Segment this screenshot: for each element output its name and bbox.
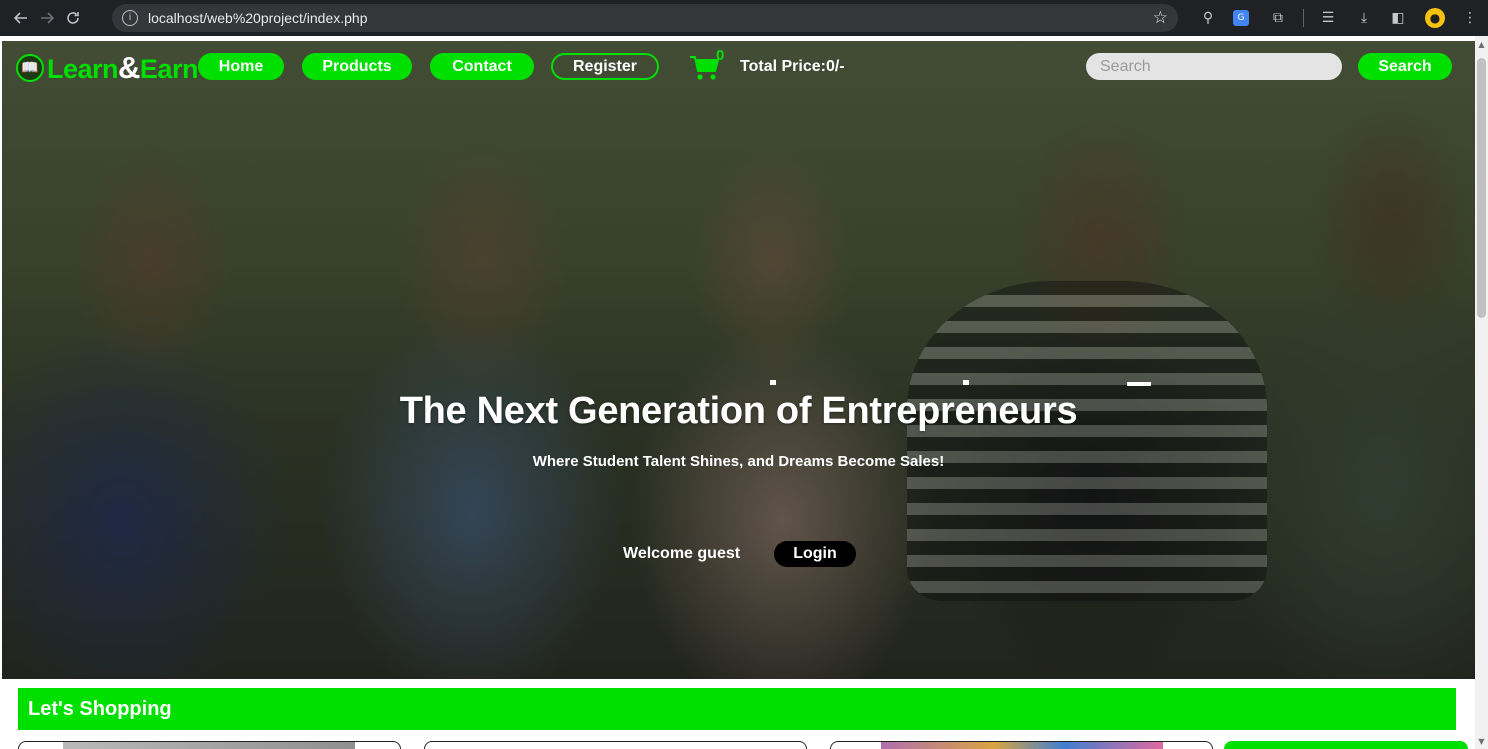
arrow-right-icon <box>41 12 54 24</box>
product-image <box>63 742 355 749</box>
headline-decoration <box>1127 382 1151 386</box>
search-input[interactable] <box>1086 53 1342 80</box>
brand-name: Learn&Earn <box>47 50 198 85</box>
reading-list-icon[interactable]: ☰ <box>1318 8 1338 28</box>
page-viewport: 📖 Learn&Earn Home Products Contact Regis… <box>0 36 1488 749</box>
product-card[interactable] <box>18 741 401 749</box>
scroll-up-arrow-icon[interactable]: ▲ <box>1477 40 1486 50</box>
profile-avatar-icon[interactable]: ● <box>1425 8 1445 28</box>
headline-decoration <box>963 380 969 385</box>
extension-icon[interactable]: ⚲ <box>1198 8 1218 28</box>
nav-home-button[interactable]: Home <box>198 53 284 80</box>
address-url[interactable]: localhost/web%20project/index.php <box>148 10 367 26</box>
section-title-bar: Let's Shopping <box>18 688 1456 730</box>
scrollbar-thumb[interactable] <box>1477 58 1486 318</box>
arrow-left-icon <box>14 12 27 24</box>
puzzle-extensions-icon[interactable]: ⧉ <box>1268 8 1288 28</box>
reload-icon <box>67 12 79 24</box>
hero-banner: 📖 Learn&Earn Home Products Contact Regis… <box>2 41 1475 679</box>
scroll-down-arrow-icon[interactable]: ▼ <box>1477 737 1486 747</box>
bookmark-star-icon[interactable]: ☆ <box>1153 8 1168 28</box>
download-icon[interactable]: ⤓ <box>1354 8 1374 28</box>
back-button[interactable] <box>8 5 34 31</box>
page-scrollbar[interactable]: ▲ ▼ <box>1475 36 1488 749</box>
toolbar-divider <box>1303 9 1304 27</box>
cart-total-price: Total Price:0/- <box>740 58 845 75</box>
nav-register-button[interactable]: Register <box>551 53 659 80</box>
login-button[interactable]: Login <box>774 541 856 567</box>
hero-subheadline: Where Student Talent Shines, and Dreams … <box>532 453 945 470</box>
site-info-icon[interactable]: i <box>122 10 138 26</box>
product-card[interactable] <box>424 741 807 749</box>
product-image <box>881 742 1163 749</box>
forward-button[interactable] <box>34 5 60 31</box>
headline-decoration <box>770 380 776 385</box>
kebab-menu-icon[interactable]: ⋮ <box>1460 8 1480 28</box>
nav-products-button[interactable]: Products <box>302 53 412 80</box>
side-panel-icon[interactable]: ◧ <box>1388 8 1408 28</box>
hero-headline: The Next Generation of Entrepreneurs <box>399 390 1078 432</box>
cart-count-badge: 0 <box>716 47 725 64</box>
browser-toolbar: i localhost/web%20project/index.php ☆ ⚲ … <box>0 0 1488 36</box>
translate-icon[interactable]: G <box>1233 10 1249 26</box>
product-card[interactable] <box>830 741 1213 749</box>
address-bar[interactable]: i localhost/web%20project/index.php ☆ <box>112 4 1178 32</box>
hero-overlay <box>2 41 1475 679</box>
nav-contact-button[interactable]: Contact <box>430 53 534 80</box>
brand-logo[interactable]: 📖 Learn&Earn <box>16 50 198 86</box>
reload-button[interactable] <box>60 5 86 31</box>
book-icon: 📖 <box>16 54 44 82</box>
product-card[interactable] <box>1224 741 1468 749</box>
section-title: Let's Shopping <box>28 697 172 720</box>
welcome-text: Welcome guest <box>623 545 741 562</box>
search-button[interactable]: Search <box>1358 53 1452 80</box>
